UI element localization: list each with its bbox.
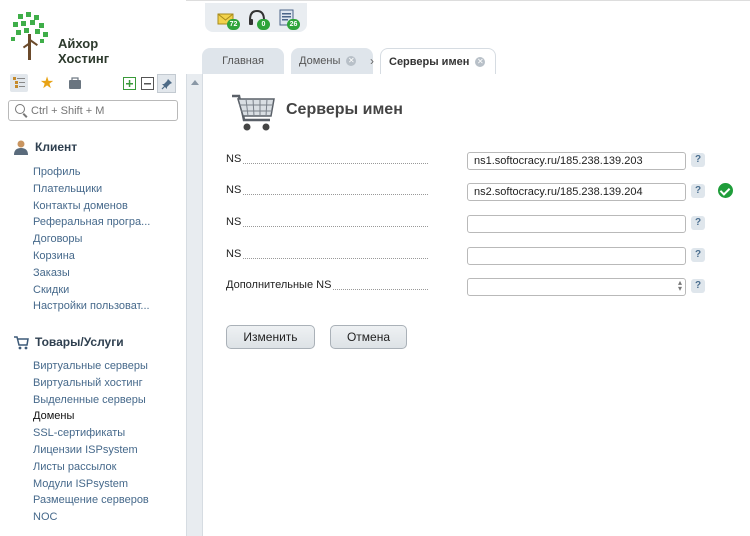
cancel-button[interactable]: Отмена [330, 325, 407, 349]
tab-home-label: Главная [222, 55, 264, 67]
section-goods[interactable]: Товары/Услуги [13, 334, 124, 350]
resize-handle-icon[interactable]: ▴ ▾ [678, 279, 682, 293]
label-leader [242, 258, 428, 259]
menu-item[interactable]: Виртуальный хостинг [33, 375, 149, 392]
tab-bar: Главная Домены ✕ › Серверы имен ✕ [202, 48, 750, 74]
ns2-field[interactable] [467, 183, 686, 201]
help-icon[interactable]: ? [691, 153, 705, 167]
expand-all-icon[interactable] [120, 74, 138, 92]
user-icon [13, 139, 29, 155]
tab-nameservers-label: Серверы имен [389, 55, 470, 68]
ns2-row: NS [226, 183, 686, 201]
main-content [202, 74, 750, 536]
sidebar-scrollbar[interactable] [186, 74, 203, 536]
ns1-label: NS [226, 153, 244, 165]
menu-item[interactable]: Виртуальные серверы [33, 358, 149, 375]
search-box[interactable] [8, 100, 178, 121]
close-tab-icon[interactable]: ✕ [346, 56, 357, 66]
collapse-all-icon[interactable] [138, 74, 156, 92]
menu-item[interactable]: Модули ISPsystem [33, 476, 149, 493]
ns4-row: NS [226, 247, 686, 265]
label-leader [242, 194, 428, 195]
menu-item[interactable]: Скидки [33, 282, 150, 299]
pin-icon[interactable] [157, 74, 176, 93]
help-icon[interactable]: ? [691, 184, 705, 198]
documents-count-badge: 26 [287, 19, 300, 30]
ns4-label: NS [226, 248, 244, 260]
menu-item[interactable]: Договоры [33, 231, 150, 248]
menu-item[interactable]: NOC [33, 509, 149, 526]
search-input[interactable] [31, 103, 171, 118]
ns1-row: NS [226, 152, 686, 170]
logo[interactable]: Айхор Хостинг [10, 12, 180, 66]
tree-logo-icon [11, 12, 48, 60]
notification-bar: 72 0 26 [205, 3, 307, 32]
tree-view-icon[interactable] [10, 74, 28, 92]
menu-item[interactable]: Листы рассылок [33, 459, 149, 476]
briefcase-icon[interactable] [66, 74, 84, 92]
tab-home[interactable]: Главная [202, 48, 284, 74]
ns3-label: NS [226, 216, 244, 228]
ns1-field[interactable] [467, 152, 686, 170]
menu-item[interactable]: Настройки пользоват... [33, 298, 150, 315]
menu-item[interactable]: Лицензии ISPsystem [33, 442, 149, 459]
headset-icon[interactable]: 0 [247, 8, 270, 30]
label-leader [242, 226, 428, 227]
help-icon[interactable]: ? [691, 248, 705, 262]
ns3-field[interactable] [467, 215, 686, 233]
tab-nameservers[interactable]: Серверы имен ✕ [380, 48, 496, 74]
tab-domains[interactable]: Домены ✕ [291, 48, 373, 74]
brand-line-1: Айхор [58, 36, 99, 51]
menu-item[interactable]: Корзина [33, 248, 150, 265]
mail-icon[interactable]: 72 [217, 8, 240, 30]
menu-item[interactable]: Плательщики [33, 181, 150, 198]
brand-name: Айхор Хостинг [58, 36, 109, 66]
client-menu: Профиль Плательщики Контакты доменов Реф… [33, 164, 150, 315]
favorites-star-icon[interactable]: ★ [38, 74, 56, 92]
ns2-label: NS [226, 184, 244, 196]
brand-line-2: Хостинг [58, 51, 110, 66]
extra-ns-field[interactable] [467, 278, 686, 296]
section-client[interactable]: Клиент [13, 139, 77, 155]
menu-item[interactable]: Контакты доменов [33, 198, 150, 215]
help-icon[interactable]: ? [691, 279, 705, 293]
mail-count-badge: 72 [227, 19, 240, 30]
cart-icon [13, 334, 29, 350]
scroll-up-icon[interactable] [191, 80, 199, 85]
valid-check-icon [718, 183, 733, 198]
menu-item[interactable]: Реферальная програ... [33, 214, 150, 231]
menu-item[interactable]: Профиль [33, 164, 150, 181]
chevron-right-icon: › [370, 54, 374, 68]
tab-domains-label: Домены [299, 55, 341, 67]
goods-menu: Виртуальные серверы Виртуальный хостинг … [33, 358, 149, 526]
menu-item[interactable]: Выделенные серверы [33, 392, 149, 409]
ns3-row: NS [226, 215, 686, 233]
menu-item[interactable]: SSL-сертификаты [33, 425, 149, 442]
submit-button[interactable]: Изменить [226, 325, 315, 349]
search-icon [15, 104, 25, 114]
section-goods-title: Товары/Услуги [35, 335, 124, 349]
sidebar: Айхор Хостинг ★ Клиент Профиль Пла [0, 0, 186, 536]
help-icon[interactable]: ? [691, 216, 705, 230]
ns4-field[interactable] [467, 247, 686, 265]
menu-item-active[interactable]: Домены [33, 408, 149, 425]
document-icon[interactable]: 26 [277, 8, 300, 30]
shopping-cart-icon [232, 94, 275, 131]
menu-item[interactable]: Заказы [33, 265, 150, 282]
support-count-badge: 0 [257, 19, 270, 30]
menu-item[interactable]: Размещение серверов [33, 492, 149, 509]
extra-ns-label: Дополнительные NS [226, 279, 334, 291]
section-client-title: Клиент [35, 140, 78, 154]
label-leader [242, 163, 428, 164]
label-leader [330, 289, 428, 290]
page-title: Серверы имен [286, 101, 403, 118]
extra-ns-row: Дополнительные NS ▴ ▾ [226, 278, 686, 296]
close-tab-icon[interactable]: ✕ [475, 56, 486, 67]
sidebar-toolbar: ★ [10, 74, 180, 94]
